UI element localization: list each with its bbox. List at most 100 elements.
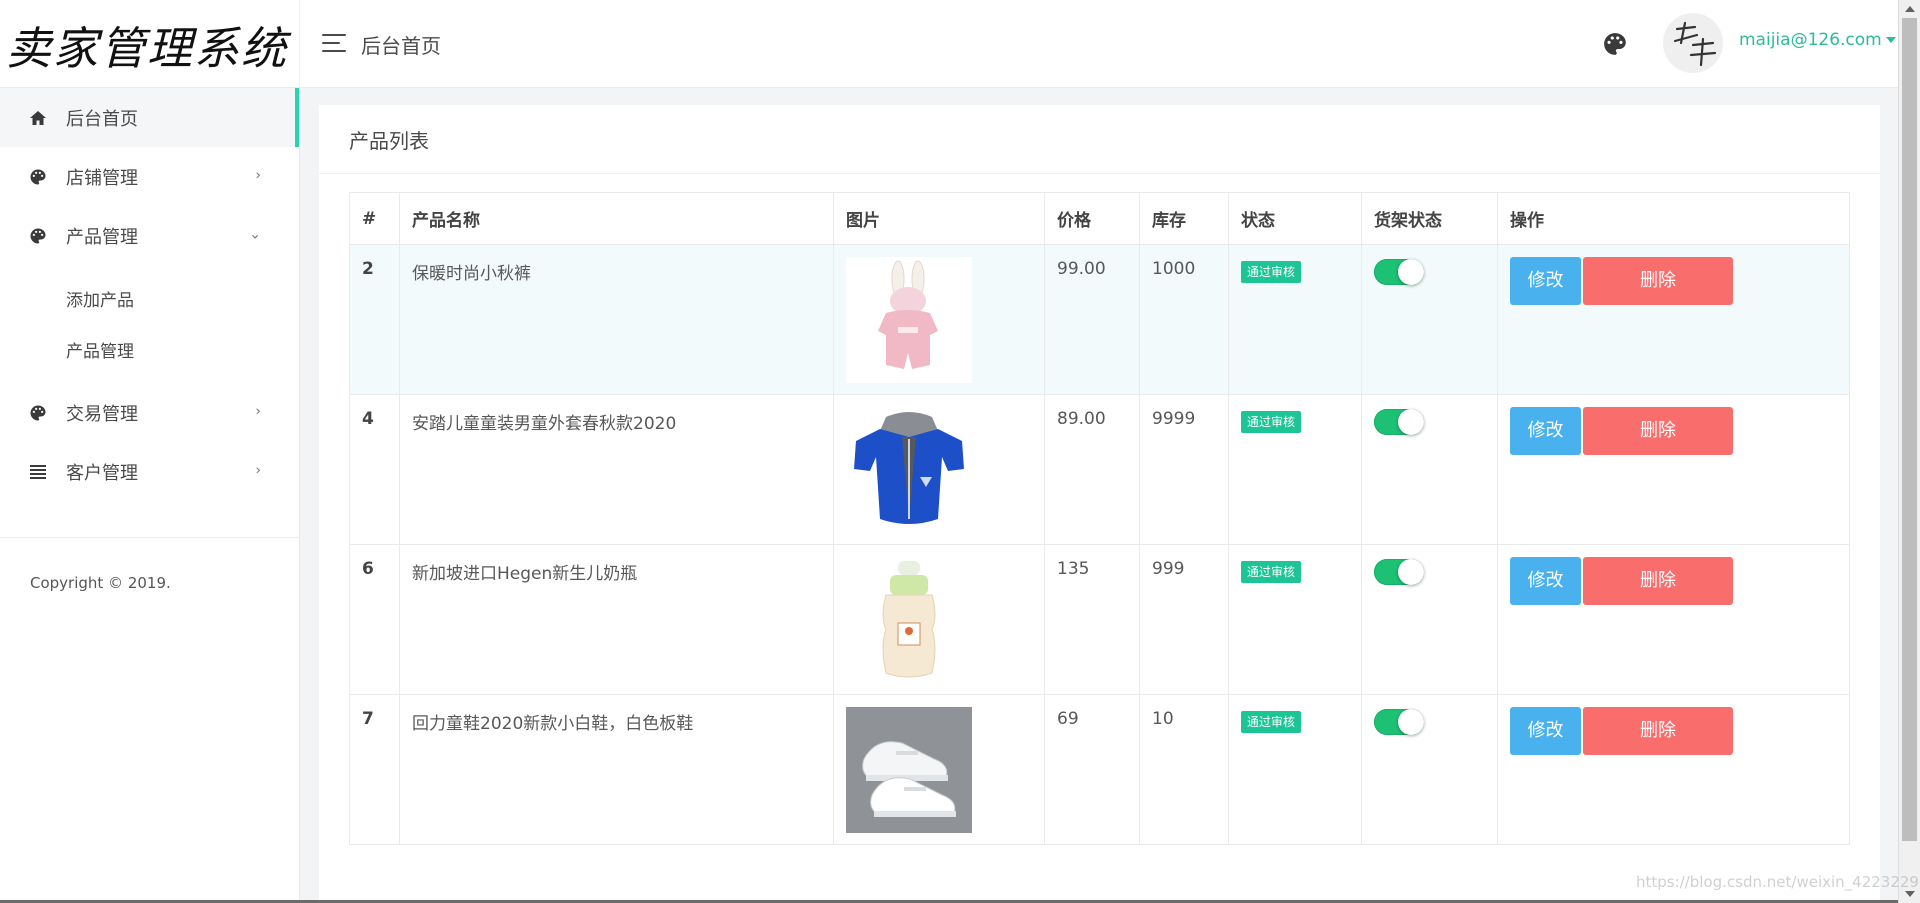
row-id: 7: [349, 694, 400, 845]
sidebar-item-label: 客户管理: [66, 462, 138, 484]
shelf-cell: [1361, 394, 1498, 545]
sidebar-item-customers[interactable]: 客户管理 ›: [0, 442, 299, 501]
user-email-dropdown[interactable]: maijia@126.com: [1739, 30, 1896, 50]
product-stock: 999: [1139, 544, 1229, 695]
status-cell: 通过审核: [1228, 394, 1362, 545]
status-badge: 通过审核: [1241, 711, 1302, 733]
column-header: 图片: [833, 192, 1045, 245]
product-name: 保暖时尚小秋裤: [399, 244, 834, 395]
submenu-item-product-manage[interactable]: 产品管理: [0, 324, 299, 375]
shelf-toggle[interactable]: [1374, 709, 1424, 735]
row-id: 2: [349, 244, 400, 395]
csdn-watermark: https://blog.csdn.net/weixin_42232297: [1636, 873, 1920, 891]
edit-button[interactable]: 修改: [1510, 707, 1581, 755]
scroll-down-arrow-icon[interactable]: [1905, 891, 1915, 897]
row-id: 4: [349, 394, 400, 545]
card-title: 产品列表: [319, 105, 1880, 174]
list-icon: [28, 462, 48, 482]
sidebar-item-dashboard[interactable]: 后台首页: [0, 88, 299, 147]
product-list-card: 产品列表 # 产品名称 图片 价格 库存 状态 货架状态 操作 2 保暖时尚小秋…: [319, 105, 1880, 903]
column-header: 价格: [1044, 192, 1140, 245]
product-price: 69: [1044, 694, 1140, 845]
caret-down-icon: [1885, 37, 1896, 43]
product-stock: 1000: [1139, 244, 1229, 395]
status-badge: 通过审核: [1241, 411, 1302, 433]
status-cell: 通过审核: [1228, 244, 1362, 395]
shelf-toggle[interactable]: [1374, 259, 1424, 285]
sidebar-item-products[interactable]: 产品管理 ⌄: [0, 206, 299, 265]
actions-cell: 修改 删除: [1497, 694, 1850, 845]
product-price: 135: [1044, 544, 1140, 695]
baby-bottle-image: [846, 557, 972, 683]
sidebar: 后台首页 店铺管理 › 产品管理 ⌄ 添加产品 产品管理 交易管理 › 客户管理…: [0, 88, 300, 903]
shelf-cell: [1361, 694, 1498, 845]
menu-toggle-icon[interactable]: [322, 34, 346, 54]
palette-icon: [28, 167, 48, 187]
delete-button[interactable]: 删除: [1583, 707, 1733, 755]
brand-logo: 卖家管理系统: [0, 0, 300, 88]
edit-button[interactable]: 修改: [1510, 407, 1581, 455]
pink-romper-image: [846, 257, 972, 383]
chevron-right-icon: ›: [255, 402, 261, 419]
products-submenu: 添加产品 产品管理: [0, 265, 299, 383]
white-sneakers-image: [846, 707, 972, 833]
delete-button[interactable]: 删除: [1583, 257, 1733, 305]
submenu-item-add-product[interactable]: 添加产品: [0, 273, 299, 324]
status-cell: 通过审核: [1228, 694, 1362, 845]
actions-cell: 修改 删除: [1497, 394, 1850, 545]
header-page-title: 后台首页: [361, 34, 441, 58]
scroll-thumb[interactable]: [1902, 18, 1917, 841]
shelf-toggle[interactable]: [1374, 559, 1424, 585]
shelf-cell: [1361, 544, 1498, 695]
sidebar-item-store[interactable]: 店铺管理 ›: [0, 147, 299, 206]
shelf-toggle[interactable]: [1374, 409, 1424, 435]
edit-button[interactable]: 修改: [1510, 557, 1581, 605]
column-header: #: [349, 192, 400, 245]
product-image-cell: [833, 394, 1045, 545]
actions-cell: 修改 删除: [1497, 244, 1850, 395]
column-header: 状态: [1228, 192, 1362, 245]
scroll-up-arrow-icon[interactable]: [1905, 6, 1915, 12]
theme-palette-icon[interactable]: [1602, 31, 1628, 57]
product-name: 安踏儿童童装男童外套春秋款2020: [399, 394, 834, 545]
user-email-text: maijia@126.com: [1739, 30, 1882, 50]
product-price: 89.00: [1044, 394, 1140, 545]
sidebar-item-transactions[interactable]: 交易管理 ›: [0, 383, 299, 442]
product-name: 新加坡进口Hegen新生儿奶瓶: [399, 544, 834, 695]
chevron-right-icon: ›: [255, 166, 261, 183]
chevron-right-icon: ›: [255, 461, 261, 478]
product-stock: 10: [1139, 694, 1229, 845]
home-icon: [28, 108, 48, 128]
table-row: 7 回力童鞋2020新款小白鞋，白色板鞋 69 10 通过审核 修改 删除: [349, 694, 1850, 845]
page-scrollbar[interactable]: [1898, 0, 1920, 903]
actions-cell: 修改 删除: [1497, 544, 1850, 695]
blue-jacket-image: [846, 407, 972, 533]
row-id: 6: [349, 544, 400, 695]
column-header: 库存: [1139, 192, 1229, 245]
sidebar-item-label: 后台首页: [66, 108, 138, 130]
column-header: 产品名称: [399, 192, 834, 245]
sidebar-item-label: 店铺管理: [66, 167, 138, 189]
product-image-cell: [833, 244, 1045, 395]
status-cell: 通过审核: [1228, 544, 1362, 695]
user-avatar[interactable]: [1663, 13, 1723, 73]
status-badge: 通过审核: [1241, 561, 1302, 583]
table-row: 2 保暖时尚小秋裤 99.00 1000 通过审核 修改 删除: [349, 244, 1850, 395]
edit-button[interactable]: 修改: [1510, 257, 1581, 305]
chevron-down-icon: ⌄: [249, 225, 261, 242]
copyright-text: Copyright © 2019.: [30, 574, 171, 592]
sidebar-divider: [0, 537, 299, 538]
delete-button[interactable]: 删除: [1583, 557, 1733, 605]
product-table: # 产品名称 图片 价格 库存 状态 货架状态 操作 2 保暖时尚小秋裤 99.…: [349, 192, 1850, 845]
table-row: 4 安踏儿童童装男童外套春秋款2020 89.00 9999 通过审核 修改 删…: [349, 394, 1850, 545]
shelf-cell: [1361, 244, 1498, 395]
delete-button[interactable]: 删除: [1583, 407, 1733, 455]
sidebar-item-label: 交易管理: [66, 403, 138, 425]
column-header: 货架状态: [1361, 192, 1498, 245]
product-name: 回力童鞋2020新款小白鞋，白色板鞋: [399, 694, 834, 845]
product-image-cell: [833, 544, 1045, 695]
sidebar-item-label: 产品管理: [66, 226, 138, 248]
column-header: 操作: [1497, 192, 1850, 245]
product-price: 99.00: [1044, 244, 1140, 395]
product-stock: 9999: [1139, 394, 1229, 545]
